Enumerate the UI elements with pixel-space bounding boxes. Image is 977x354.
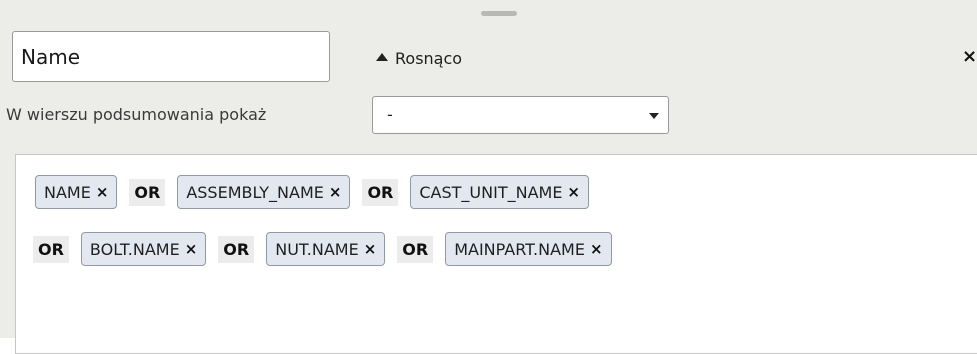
- remove-chip-icon[interactable]: ×: [364, 240, 377, 258]
- triangle-up-icon: [376, 53, 388, 61]
- filter-chip[interactable]: MAINPART.NAME ×: [445, 232, 612, 266]
- filter-chip-label: BOLT.NAME: [89, 239, 180, 259]
- column-name-input[interactable]: [12, 31, 330, 82]
- summary-row-selected-value: -: [387, 105, 393, 124]
- summary-row-label: W wierszu podsumowania pokaż: [6, 105, 267, 124]
- or-operator[interactable]: OR: [218, 235, 255, 263]
- summary-row-select[interactable]: -: [372, 96, 669, 134]
- drag-handle[interactable]: [481, 11, 517, 16]
- filter-chip-label: NAME: [44, 182, 91, 202]
- remove-chip-icon[interactable]: ×: [96, 183, 109, 201]
- filter-chip[interactable]: NUT.NAME ×: [266, 232, 386, 266]
- filter-chip[interactable]: ASSEMBLY_NAME ×: [177, 175, 351, 209]
- filter-chip-label: NUT.NAME: [275, 239, 359, 259]
- sort-direction-label: Rosnąco: [395, 48, 463, 68]
- or-operator[interactable]: OR: [397, 235, 434, 263]
- remove-chip-icon[interactable]: ×: [185, 240, 198, 258]
- column-settings-panel: Rosnąco × W wierszu podsumowania pokaż -…: [0, 0, 977, 354]
- filter-chip-label: ASSEMBLY_NAME: [186, 182, 324, 202]
- remove-chip-icon[interactable]: ×: [329, 183, 342, 201]
- filter-chip[interactable]: BOLT.NAME ×: [80, 232, 207, 266]
- sort-direction-toggle[interactable]: Rosnąco: [376, 45, 462, 71]
- filter-expression-area[interactable]: NAME × OR ASSEMBLY_NAME × OR CAST_UNIT_N…: [15, 154, 977, 354]
- filter-chip-label: CAST_UNIT_NAME: [419, 182, 563, 202]
- or-operator[interactable]: OR: [129, 178, 166, 206]
- or-operator[interactable]: OR: [362, 178, 399, 206]
- or-operator[interactable]: OR: [33, 235, 69, 263]
- filter-chip[interactable]: CAST_UNIT_NAME ×: [410, 175, 589, 209]
- remove-chip-icon[interactable]: ×: [590, 240, 603, 258]
- remove-chip-icon[interactable]: ×: [567, 183, 580, 201]
- close-icon[interactable]: ×: [962, 44, 977, 70]
- filter-chip-label: MAINPART.NAME: [454, 239, 585, 259]
- filter-chip[interactable]: NAME ×: [35, 175, 118, 209]
- filter-row-1: NAME × OR ASSEMBLY_NAME × OR CAST_UNIT_N…: [35, 174, 589, 210]
- filter-row-2: OR BOLT.NAME × OR NUT.NAME × OR MAINPART…: [33, 231, 612, 267]
- chevron-down-icon: [649, 113, 659, 119]
